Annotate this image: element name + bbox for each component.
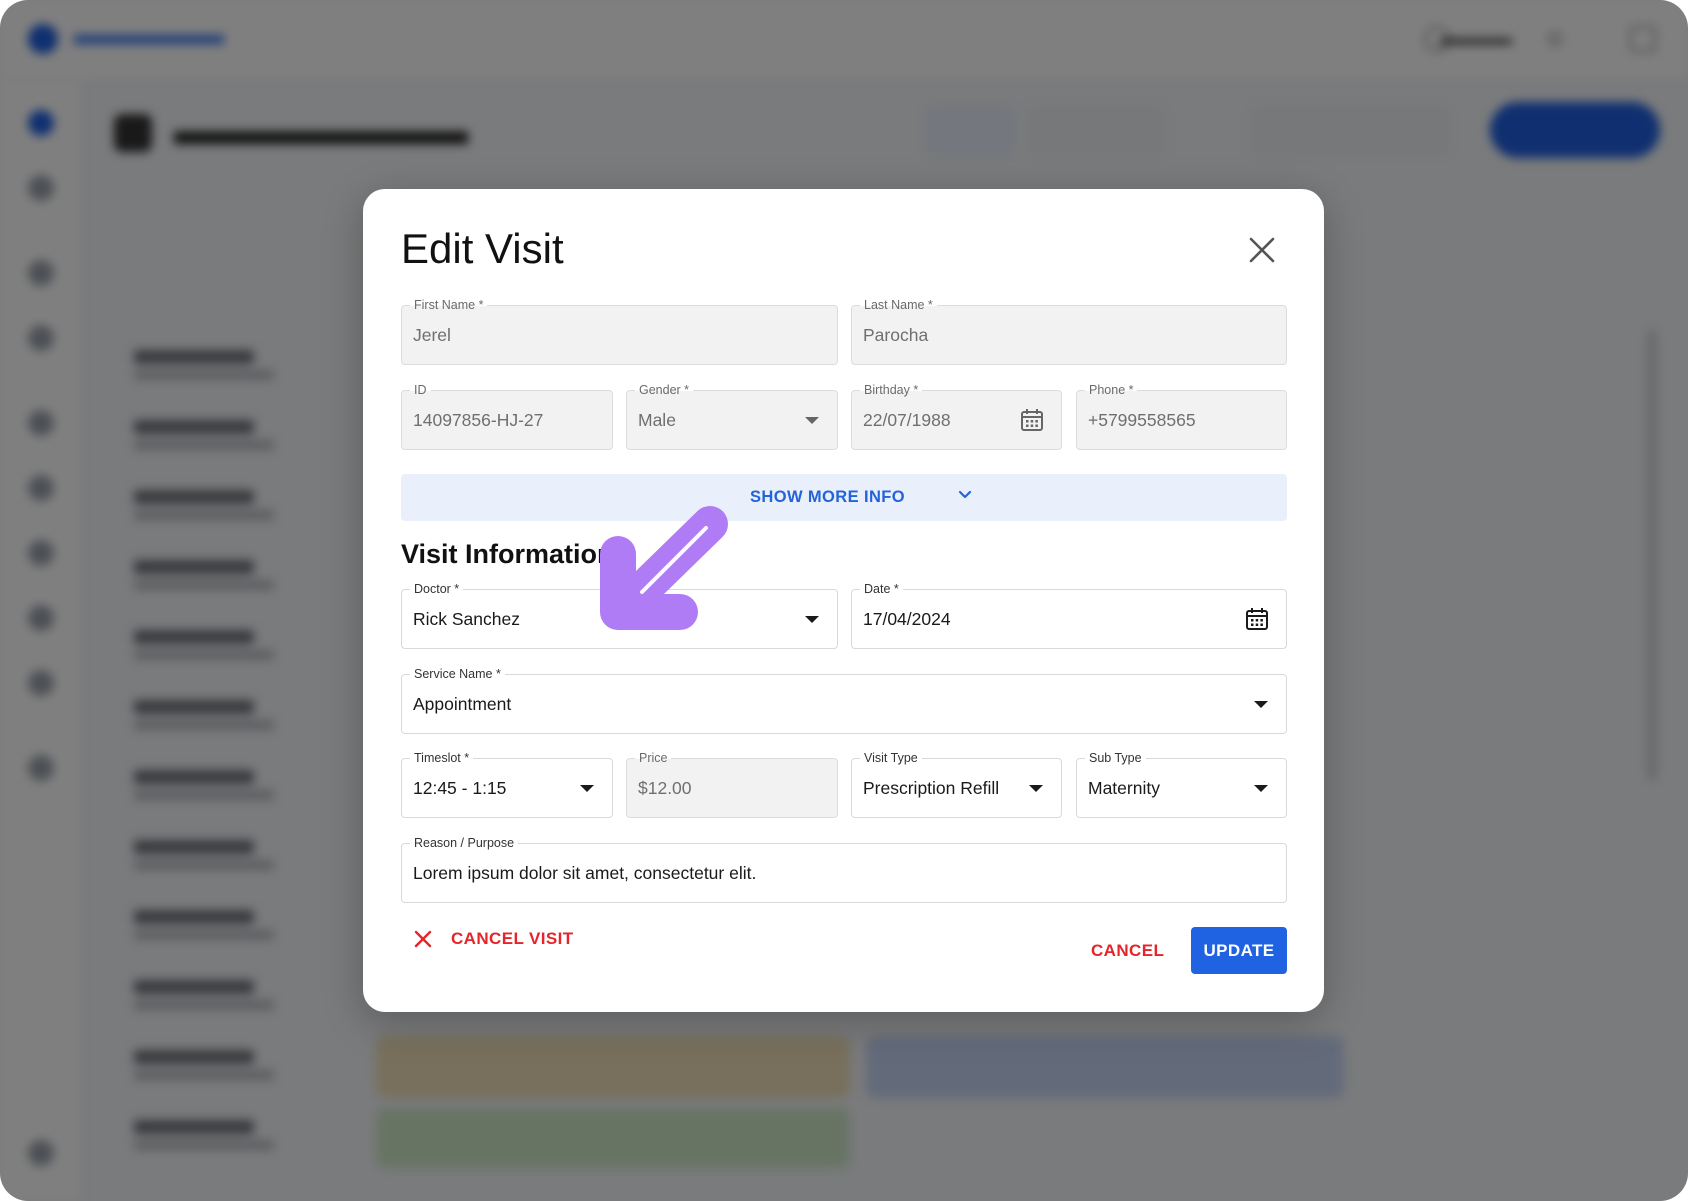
reason-label: Reason / Purpose <box>410 835 519 851</box>
close-icon <box>414 930 432 948</box>
service-name-select[interactable]: Service Name * Appointment <box>401 666 1287 734</box>
update-button[interactable]: UPDATE <box>1191 927 1287 974</box>
first-name-field[interactable]: First Name * Jerel <box>401 297 838 365</box>
sub-type-value: Maternity <box>1088 778 1160 798</box>
calendar-icon[interactable] <box>1244 606 1270 632</box>
last-name-label: Last Name * <box>860 297 937 313</box>
phone-field[interactable]: Phone * +5799558565 <box>1076 382 1287 450</box>
reason-input[interactable]: Reason / Purpose Lorem ipsum dolor sit a… <box>401 835 1287 903</box>
chevron-down-icon <box>958 490 972 499</box>
gender-value: Male <box>638 410 676 430</box>
reason-value: Lorem ipsum dolor sit amet, consectetur … <box>413 863 757 883</box>
visit-type-label: Visit Type <box>860 750 922 766</box>
annotation-arrow-icon <box>600 506 728 630</box>
timeslot-value: 12:45 - 1:15 <box>413 778 507 798</box>
birthday-label: Birthday * <box>860 382 923 398</box>
date-value: 17/04/2024 <box>863 609 951 629</box>
dropdown-arrow-icon <box>1029 785 1043 792</box>
gender-select[interactable]: Gender * Male <box>626 382 838 450</box>
timeslot-select[interactable]: Timeslot * 12:45 - 1:15 <box>401 750 613 818</box>
gender-label: Gender * <box>635 382 694 398</box>
birthday-field[interactable]: Birthday * 22/07/1988 <box>851 382 1062 450</box>
dropdown-arrow-icon <box>805 616 819 623</box>
cancel-button[interactable]: CANCEL <box>1091 927 1164 974</box>
birthday-value: 22/07/1988 <box>863 410 951 430</box>
id-field[interactable]: ID 14097856-HJ-27 <box>401 382 613 450</box>
cancel-visit-label: CANCEL VISIT <box>451 929 574 948</box>
dropdown-arrow-icon <box>580 785 594 792</box>
close-button[interactable] <box>1243 231 1281 269</box>
doctor-label: Doctor * <box>410 581 464 597</box>
sub-type-label: Sub Type <box>1085 750 1146 766</box>
visit-type-value: Prescription Refill <box>863 778 1000 798</box>
dropdown-arrow-icon <box>805 417 819 424</box>
id-label: ID <box>410 382 431 398</box>
first-name-label: First Name * <box>410 297 488 313</box>
dropdown-arrow-icon <box>1254 701 1268 708</box>
sub-type-select[interactable]: Sub Type Maternity <box>1076 750 1287 818</box>
edit-visit-dialog: Edit Visit First Name * Jerel Last Name … <box>363 189 1324 1012</box>
visit-information-heading: Visit Information <box>401 539 614 569</box>
phone-label: Phone * <box>1085 382 1138 398</box>
dropdown-arrow-icon <box>1254 785 1268 792</box>
phone-value: +5799558565 <box>1088 410 1196 430</box>
dialog-title: Edit Visit <box>401 225 564 272</box>
show-more-info-button[interactable]: SHOW MORE INFO <box>401 474 1287 521</box>
last-name-field[interactable]: Last Name * Parocha <box>851 297 1287 365</box>
service-name-value: Appointment <box>413 694 512 714</box>
price-value: $12.00 <box>638 778 692 798</box>
price-field: Price $12.00 <box>626 750 838 818</box>
cancel-visit-button[interactable]: CANCEL VISIT <box>413 924 574 954</box>
date-field[interactable]: Date * 17/04/2024 <box>851 581 1287 649</box>
id-value: 14097856-HJ-27 <box>413 410 544 430</box>
timeslot-label: Timeslot * <box>410 750 474 766</box>
calendar-icon[interactable] <box>1019 407 1045 433</box>
show-more-info-label: SHOW MORE INFO <box>750 488 906 506</box>
last-name-value: Parocha <box>863 325 929 345</box>
first-name-value: Jerel <box>413 325 451 345</box>
close-icon <box>1249 237 1275 263</box>
date-label: Date * <box>860 581 903 597</box>
doctor-value: Rick Sanchez <box>413 609 520 629</box>
visit-type-select[interactable]: Visit Type Prescription Refill <box>851 750 1062 818</box>
service-name-label: Service Name * <box>410 666 505 682</box>
price-label: Price <box>635 750 672 766</box>
